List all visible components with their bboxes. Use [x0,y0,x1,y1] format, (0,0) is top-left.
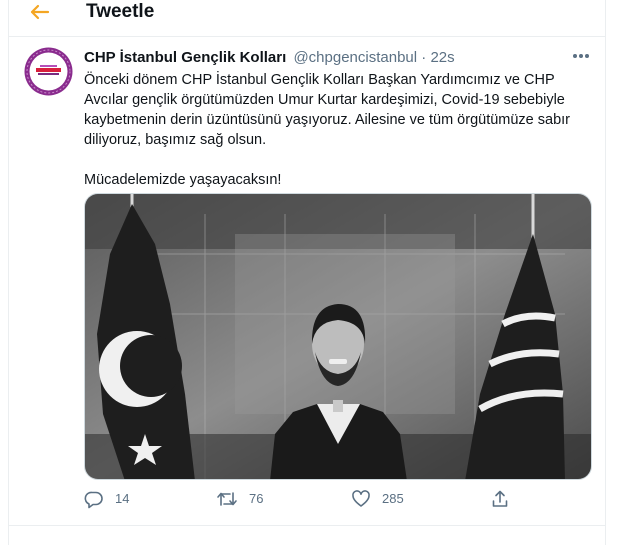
arrow-left-icon [30,4,50,20]
reply-button[interactable]: 14 [84,488,129,510]
author-avatar[interactable] [24,47,73,96]
reply-count: 14 [115,491,130,506]
back-button[interactable] [27,2,53,22]
page-title: Tweetle [86,1,155,22]
separator-dot: · [421,49,427,66]
tweet-actions: 14 76 285 [84,488,594,510]
reply-icon [84,491,103,509]
timeline-column: Tweetle CHP İstanbul Gençlik Kolları @ch… [8,0,606,545]
tweet[interactable]: CHP İstanbul Gençlik Kolları @chpgencist… [9,38,606,526]
tweet-paragraph: Önceki dönem CHP İstanbul Gençlik Kollar… [84,72,571,148]
tweet-timestamp[interactable]: 22s [430,49,454,66]
like-count: 285 [382,491,404,506]
author-handle[interactable]: @chpgencistanbul [293,49,417,66]
tweet-paragraph: Mücadelemizde yaşayacaksın! [84,172,282,188]
more-icon [573,54,589,58]
more-button[interactable] [570,49,592,63]
tweet-header: CHP İstanbul Gençlik Kolları @chpgencist… [84,49,455,67]
author-name[interactable]: CHP İstanbul Gençlik Kolları [84,49,286,66]
photo-image [85,194,591,479]
tweet-text: Önceki dönem CHP İstanbul Gençlik Kollar… [84,70,594,190]
tweet-photo[interactable] [84,193,592,480]
retweet-button[interactable]: 76 [216,488,263,510]
like-button[interactable]: 285 [351,488,404,510]
page-header: Tweetle [9,0,606,37]
next-timeline-row [9,527,606,545]
retweet-count: 76 [249,491,264,506]
share-icon [492,490,508,507]
retweet-icon [217,492,237,506]
heart-icon [352,490,370,507]
share-button[interactable] [490,488,510,510]
